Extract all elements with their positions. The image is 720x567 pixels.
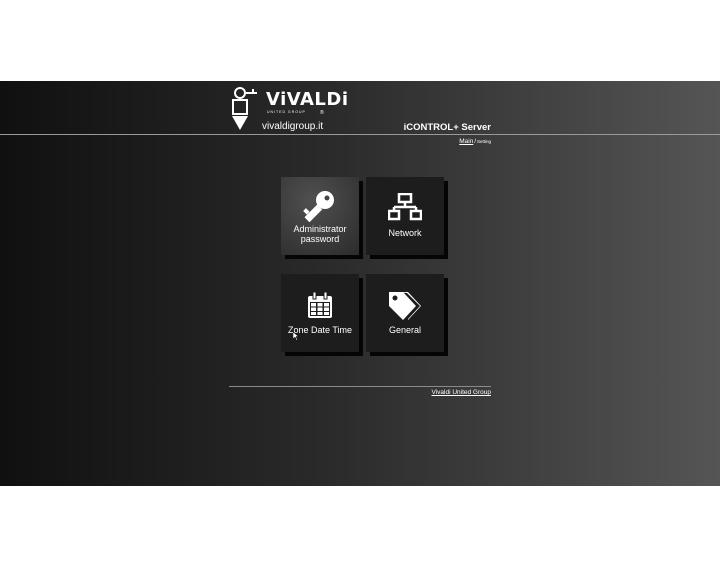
administrator-label-line1: Administrator bbox=[293, 224, 347, 234]
breadcrumb-current: Setting bbox=[476, 139, 491, 144]
breadcrumb-separator: / bbox=[474, 139, 476, 145]
pencil-logo-icon bbox=[232, 87, 257, 130]
mouse-cursor-icon bbox=[293, 332, 299, 341]
footer-company-link[interactable]: Vivaldi United Group bbox=[432, 389, 492, 396]
footer-divider bbox=[229, 386, 491, 387]
key-icon bbox=[303, 191, 334, 223]
breadcrumb-main-link[interactable]: Main bbox=[459, 138, 473, 145]
general-button[interactable]: General bbox=[366, 274, 444, 352]
calendar-icon bbox=[308, 292, 332, 318]
vivaldi-logo: ViVALDi UNITED GROUP ® vivaldigroup.it bbox=[230, 85, 348, 133]
network-icon bbox=[388, 193, 422, 221]
general-label: General bbox=[388, 325, 422, 335]
header-divider bbox=[0, 134, 720, 135]
breadcrumb: Main/Setting bbox=[459, 138, 491, 145]
registered-mark: ® bbox=[320, 110, 324, 116]
network-button[interactable]: Network bbox=[366, 177, 444, 255]
site-url: vivaldigroup.it bbox=[262, 121, 324, 132]
brand-subtitle: UNITED GROUP bbox=[267, 110, 306, 114]
administrator-password-button[interactable]: Administrator password bbox=[281, 177, 359, 255]
brand-name: ViVALDi bbox=[266, 89, 349, 110]
app-screen: ViVALDi UNITED GROUP ® vivaldigroup.it i… bbox=[0, 81, 720, 486]
administrator-label-line2: password bbox=[300, 234, 340, 244]
page-title: iCONTROL+ Server bbox=[403, 122, 491, 133]
network-label: Network bbox=[388, 228, 422, 238]
tags-icon bbox=[389, 292, 421, 320]
